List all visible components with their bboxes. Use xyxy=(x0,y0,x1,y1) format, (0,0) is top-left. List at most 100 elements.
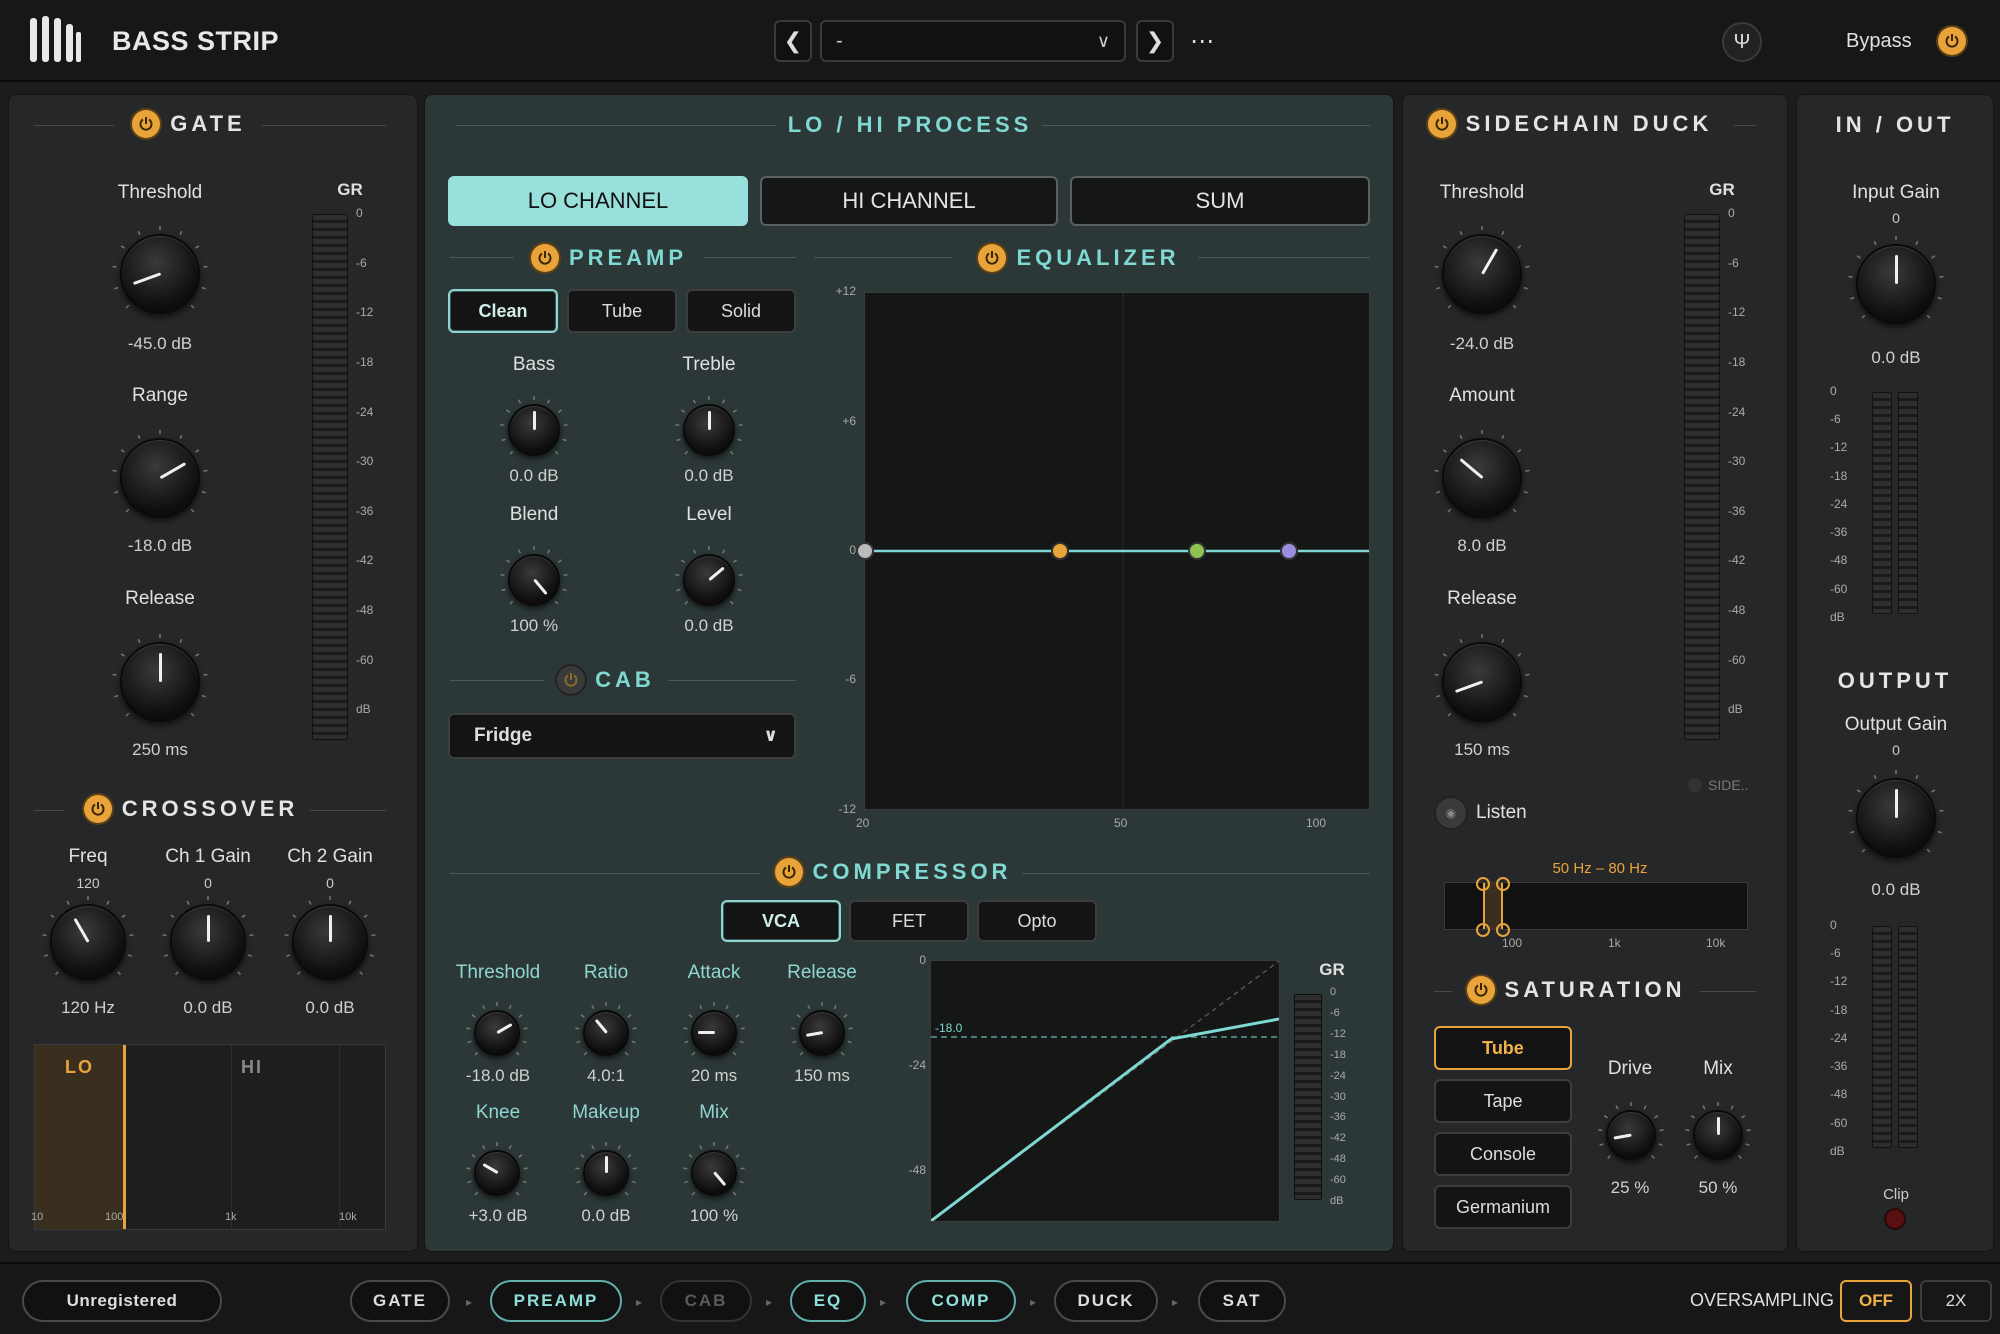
preset-dropdown[interactable]: - ∨ xyxy=(820,20,1126,62)
chain-duck[interactable]: DUCK xyxy=(1054,1280,1158,1322)
duck-threshold-knob[interactable] xyxy=(1442,234,1522,314)
preamp-mode-clean[interactable]: Clean xyxy=(448,289,558,333)
more-menu-button[interactable]: ⋯ xyxy=(1184,20,1222,62)
meter-scale-tick: -42 xyxy=(1330,1132,1346,1145)
chain-preamp[interactable]: PREAMP xyxy=(490,1280,622,1322)
meter-scale-tick: -60 xyxy=(356,652,374,667)
duck-axis-10k: 10k xyxy=(1706,936,1726,950)
input-gain-label: Input Gain xyxy=(1852,182,1940,203)
chevron-right-icon: ❯ xyxy=(1145,28,1165,53)
sat-type-console[interactable]: Console xyxy=(1434,1132,1572,1176)
comp-attack-knob[interactable] xyxy=(691,1010,737,1056)
input-gain-value: 0.0 dB xyxy=(1871,348,1921,367)
tab-lo-channel[interactable]: LO CHANNEL xyxy=(448,176,748,226)
chain-cab[interactable]: CAB xyxy=(660,1280,752,1322)
comp-release-knob[interactable] xyxy=(799,1010,845,1056)
oversampling-2x-button[interactable]: 2X xyxy=(1920,1280,1992,1322)
gate-threshold-knob[interactable] xyxy=(120,234,200,314)
comp-power-button[interactable] xyxy=(774,858,803,886)
duck-threshold-label: Threshold xyxy=(1439,182,1525,203)
duck-band-high-handle-bottom[interactable] xyxy=(1496,923,1510,937)
next-preset-button[interactable]: ❯ xyxy=(1136,20,1174,62)
output-gain-label: Output Gain xyxy=(1844,714,1948,735)
chain-gate[interactable]: GATE xyxy=(350,1280,450,1322)
preamp-power-button[interactable] xyxy=(530,244,559,272)
comp-knee-value: +3.0 dB xyxy=(468,1206,528,1225)
duck-amount-knob[interactable] xyxy=(1442,438,1522,518)
crossover-display[interactable]: LO HI 10 100 1k 10k xyxy=(31,1044,386,1230)
bypass-power-button[interactable] xyxy=(1938,27,1966,55)
sat-type-tape[interactable]: Tape xyxy=(1434,1079,1572,1123)
comp-mode-fet[interactable]: FET xyxy=(849,900,969,942)
registration-button[interactable]: Unregistered xyxy=(22,1280,222,1322)
listen-button[interactable]: ◉ xyxy=(1436,798,1466,828)
duck-band-display[interactable] xyxy=(1444,877,1748,937)
chain-arrow-icon: ▸ xyxy=(766,1295,773,1309)
crossover-power-button[interactable] xyxy=(83,795,112,823)
comp-mode-opto[interactable]: Opto xyxy=(977,900,1097,942)
preamp-mode-tube[interactable]: Tube xyxy=(567,289,677,333)
comp-mode-vca[interactable]: VCA xyxy=(721,900,841,942)
comp-makeup-knob[interactable] xyxy=(583,1150,629,1196)
sidechain-toggle[interactable] xyxy=(1688,778,1702,792)
crossover-ch1-knob[interactable] xyxy=(170,904,246,980)
output-meter-left xyxy=(1872,926,1892,1148)
power-icon xyxy=(1435,117,1449,131)
meter-scale-tick: -6 xyxy=(1830,412,1841,427)
gate-release-knob[interactable] xyxy=(120,642,200,722)
duck-band-low-handle-bottom[interactable] xyxy=(1476,923,1490,937)
clip-label: Clip xyxy=(1883,1186,1909,1203)
cab-selected: Fridge xyxy=(474,725,533,746)
meter-scale-tick: -24 xyxy=(1728,404,1746,419)
sat-mix-knob[interactable] xyxy=(1693,1110,1743,1160)
preamp-blend-knob[interactable] xyxy=(508,554,560,606)
eq-band-2-handle[interactable] xyxy=(1188,542,1206,560)
meter-scale-tick: -36 xyxy=(1330,1111,1346,1124)
oversampling-off-button[interactable]: OFF xyxy=(1840,1280,1912,1322)
eq-band-1-handle[interactable] xyxy=(1051,542,1069,560)
preamp-treble-knob[interactable] xyxy=(683,404,735,456)
gate-range-knob[interactable] xyxy=(120,438,200,518)
duck-band-low-handle[interactable] xyxy=(1476,877,1490,891)
duck-power-button[interactable] xyxy=(1427,110,1456,138)
preamp-bass-knob[interactable] xyxy=(508,404,560,456)
eq-band-3-handle[interactable] xyxy=(1280,542,1298,560)
duck-release-knob[interactable] xyxy=(1442,642,1522,722)
sat-power-button[interactable] xyxy=(1466,976,1495,1004)
eq-lowcut-handle[interactable] xyxy=(856,542,874,560)
preamp-level-knob[interactable] xyxy=(683,554,735,606)
chain-comp[interactable]: COMP xyxy=(906,1280,1016,1322)
output-gain-knob[interactable] xyxy=(1856,778,1936,858)
gate-power-button[interactable] xyxy=(132,110,161,138)
comp-ratio-knob[interactable] xyxy=(583,1010,629,1056)
prev-preset-button[interactable]: ❮ xyxy=(774,20,812,62)
tuner-button[interactable]: Ψ xyxy=(1722,22,1762,62)
tab-sum[interactable]: SUM xyxy=(1070,176,1370,226)
comp-mix-knob[interactable] xyxy=(691,1150,737,1196)
clip-indicator[interactable] xyxy=(1884,1208,1906,1230)
eq-power-button[interactable] xyxy=(978,244,1007,272)
sat-drive-knob[interactable] xyxy=(1606,1110,1656,1160)
preamp-mode-solid[interactable]: Solid xyxy=(686,289,796,333)
cab-dropdown[interactable]: Fridge ∨ xyxy=(448,713,796,759)
crossover-freq-knob[interactable] xyxy=(50,904,126,980)
sat-type-tube[interactable]: Tube xyxy=(1434,1026,1572,1070)
preamp-blend-value: 100 % xyxy=(509,616,559,635)
comp-mix-label: Mix xyxy=(699,1102,729,1123)
input-gain-knob[interactable] xyxy=(1856,244,1936,324)
duck-band-high-handle[interactable] xyxy=(1496,877,1510,891)
crossover-ch2-knob[interactable] xyxy=(292,904,368,980)
sat-type-germanium[interactable]: Germanium xyxy=(1434,1185,1572,1229)
comp-threshold-knob[interactable] xyxy=(474,1010,520,1056)
chain-eq[interactable]: EQ xyxy=(790,1280,866,1322)
cab-power-button[interactable] xyxy=(557,666,586,694)
input-gain-top: 0 xyxy=(1892,210,1900,226)
eq-graph[interactable] xyxy=(856,292,1370,810)
meter-scale-tick: 0 xyxy=(1728,206,1735,220)
tab-hi-channel[interactable]: HI CHANNEL xyxy=(760,176,1058,226)
crossover-split-handle[interactable] xyxy=(123,1045,126,1229)
output-gain-top: 0 xyxy=(1892,742,1900,758)
comp-knee-knob[interactable] xyxy=(474,1150,520,1196)
footer-bar: Unregistered GATE ▸ PREAMP ▸ CAB ▸ EQ ▸ … xyxy=(0,1262,2000,1334)
chain-sat[interactable]: SAT xyxy=(1198,1280,1286,1322)
